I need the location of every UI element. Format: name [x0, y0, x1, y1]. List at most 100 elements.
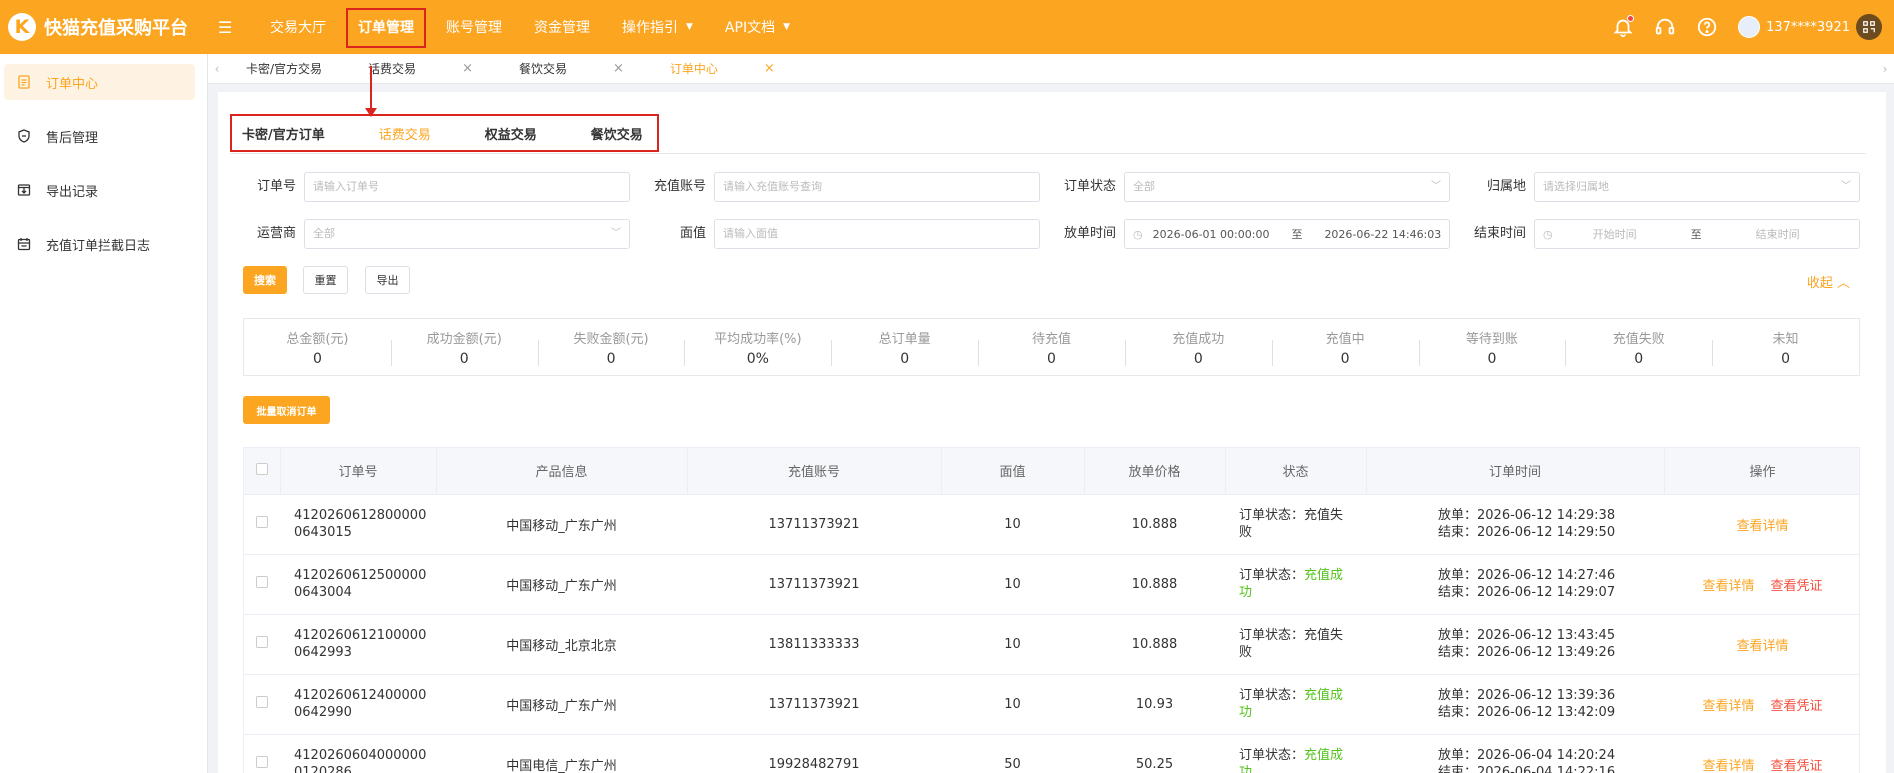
view-voucher-link[interactable]: 查看凭证 — [1771, 759, 1823, 773]
column-header: 放单价格 — [1084, 448, 1226, 495]
stat-item: 失败金额(元) 0 — [537, 328, 685, 367]
close-icon[interactable]: × — [764, 61, 775, 76]
end-time-range[interactable]: ◷ 开始时间 至 结束时间 — [1534, 219, 1860, 249]
place-time: 2026-06-12 14:29:38 — [1477, 508, 1616, 523]
view-detail-link[interactable]: 查看详情 — [1702, 759, 1754, 773]
table-row: 4120260612400000 0642990 中国移动_广东广州 13711373… — [244, 674, 1859, 735]
price-cell: 50.25 — [1084, 734, 1225, 773]
nav-item-label: 操作指引 — [622, 20, 678, 36]
order-no-part1: 4120260612800000 — [294, 508, 427, 523]
row-checkbox[interactable] — [256, 636, 268, 648]
place-prefix: 放单： — [1438, 748, 1478, 763]
stat-item: 平均成功率(%) 0% — [684, 328, 831, 367]
help-icon[interactable] — [1696, 16, 1718, 38]
main-content: 卡密/官方订单 话费交易 权益交易 餐饮交易 订单号 请输入订单号 充值账号 请输入充… — [218, 92, 1886, 773]
qrcode-icon[interactable] — [1856, 14, 1882, 40]
user-menu[interactable]: 137****3921 — [1738, 14, 1882, 40]
order-no-label: 订单号 — [256, 179, 296, 194]
sub-tab-3[interactable]: 餐饮交易 — [581, 124, 643, 143]
menu-toggle-icon[interactable]: ☰ — [218, 18, 236, 37]
account-label: 充值账号 — [653, 179, 706, 194]
stat-item: 未知 0 — [1712, 328, 1859, 367]
bell-icon[interactable] — [1612, 15, 1635, 38]
nav-item-4[interactable]: 操作指引 ▼ — [606, 0, 709, 54]
stat-value: 0 — [1047, 350, 1056, 367]
account-cell: 13711373921 — [687, 554, 941, 615]
place-time-range[interactable]: ◷ 2026-06-01 00:00:00 至 2026-06-22 14:46… — [1124, 219, 1450, 249]
order-no-cell: 4120260612800000 0643015 — [280, 494, 436, 555]
order-no-cell: 4120260612400000 0642990 — [280, 674, 436, 735]
region-select[interactable]: 请选择归属地 ﹀ — [1534, 172, 1860, 202]
stat-label: 充值中 — [1325, 331, 1365, 347]
status-line1: 订单状态：充值失 — [1239, 507, 1366, 524]
sidebar-item-2[interactable]: 导出记录 — [4, 172, 195, 208]
view-voucher-link[interactable]: 查看凭证 — [1771, 699, 1823, 714]
page-tab-3[interactable]: 订单中心 × — [650, 54, 801, 84]
chevron-down-icon: ﹀ — [1841, 181, 1851, 192]
page-tab-2[interactable]: 餐饮交易 × — [499, 54, 650, 84]
sidebar-item-1[interactable]: 售后管理 — [4, 118, 195, 154]
collapse-toggle[interactable]: 收起 ︿ — [1807, 272, 1850, 291]
sidebar-item-3[interactable]: 充值订单拦截日志 — [4, 226, 195, 262]
nav-item-label: 交易大厅 — [270, 20, 326, 36]
close-icon[interactable]: × — [462, 61, 473, 76]
face-value-input[interactable]: 请输入面值 — [714, 219, 1040, 249]
batch-cancel-button[interactable]: 批量取消订单 — [243, 396, 330, 424]
face-value-cell: 10 — [941, 614, 1084, 675]
logo[interactable]: K 快猫充值采购平台 — [0, 13, 208, 41]
account-input[interactable]: 请输入充值账号查询 — [714, 172, 1040, 202]
calendar-icon — [16, 236, 32, 252]
tab-scroll-right-icon[interactable]: › — [1876, 62, 1894, 76]
stat-label: 等待到账 — [1465, 331, 1518, 347]
sub-tab-0[interactable]: 卡密/官方订单 — [232, 124, 325, 143]
sub-tab-2[interactable]: 权益交易 — [475, 124, 537, 143]
select-all-checkbox[interactable] — [255, 462, 268, 475]
export-button[interactable]: 导出 — [365, 266, 410, 294]
stat-label: 充值失败 — [1612, 331, 1665, 347]
row-checkbox[interactable] — [256, 516, 268, 528]
nav-item-2[interactable]: 账号管理 — [430, 0, 518, 54]
view-detail-link[interactable]: 查看详情 — [1702, 699, 1754, 714]
search-button[interactable]: 搜索 — [243, 266, 287, 294]
sidebar-item-label: 订单中心 — [46, 76, 99, 92]
carrier-select[interactable]: 全部 ﹀ — [304, 219, 630, 249]
status-text-wrap: 功 — [1239, 705, 1253, 720]
sub-tab-1[interactable]: 话费交易 — [369, 124, 431, 143]
row-checkbox[interactable] — [256, 756, 268, 768]
stat-item: 总金额(元) 0 — [244, 328, 391, 367]
price-cell: 10.888 — [1084, 554, 1225, 615]
nav-item-0[interactable]: 交易大厅 — [254, 0, 342, 54]
stat-label: 充值成功 — [1172, 331, 1225, 347]
page-tab-label: 订单中心 — [669, 62, 718, 76]
end-prefix: 结束： — [1438, 645, 1478, 660]
order-no-input[interactable]: 请输入订单号 — [304, 172, 630, 202]
row-checkbox[interactable] — [256, 696, 268, 708]
status-text: 充值成 — [1304, 688, 1344, 703]
row-checkbox[interactable] — [256, 576, 268, 588]
reset-button[interactable]: 重置 — [303, 266, 348, 294]
view-detail-link[interactable]: 查看详情 — [1736, 519, 1788, 534]
sidebar-item-label: 充值订单拦截日志 — [46, 238, 151, 254]
view-detail-link[interactable]: 查看详情 — [1736, 639, 1788, 654]
status-prefix: 订单状态： — [1239, 628, 1305, 643]
view-detail-link[interactable]: 查看详情 — [1702, 579, 1754, 594]
headset-icon[interactable] — [1654, 16, 1676, 38]
actions-cell: 查看详情 — [1664, 494, 1859, 555]
close-icon[interactable]: × — [613, 61, 624, 76]
end-time-end: 结束时间 — [1755, 228, 1800, 241]
end-prefix: 结束： — [1438, 765, 1478, 773]
sidebar-item-0[interactable]: 订单中心 — [4, 64, 195, 100]
stat-item: 成功金额(元) 0 — [390, 328, 538, 367]
tab-scroll-left-icon[interactable]: ‹ — [208, 62, 226, 76]
stat-item: 充值失败 0 — [1565, 328, 1712, 367]
column-header: 订单时间 — [1366, 448, 1665, 495]
view-voucher-link[interactable]: 查看凭证 — [1771, 579, 1823, 594]
page-tab-0[interactable]: 卡密/官方交易 — [226, 54, 348, 84]
nav-item-5[interactable]: API文档 ▼ — [709, 0, 806, 54]
status-text-wrap: 功 — [1239, 765, 1253, 773]
nav-item-1[interactable]: 订单管理 — [342, 0, 430, 54]
status-prefix: 订单状态： — [1239, 748, 1305, 763]
nav-item-3[interactable]: 资金管理 — [518, 0, 606, 54]
account-cell: 13711373921 — [687, 494, 941, 555]
status-select[interactable]: 全部 ﹀ — [1124, 172, 1450, 202]
